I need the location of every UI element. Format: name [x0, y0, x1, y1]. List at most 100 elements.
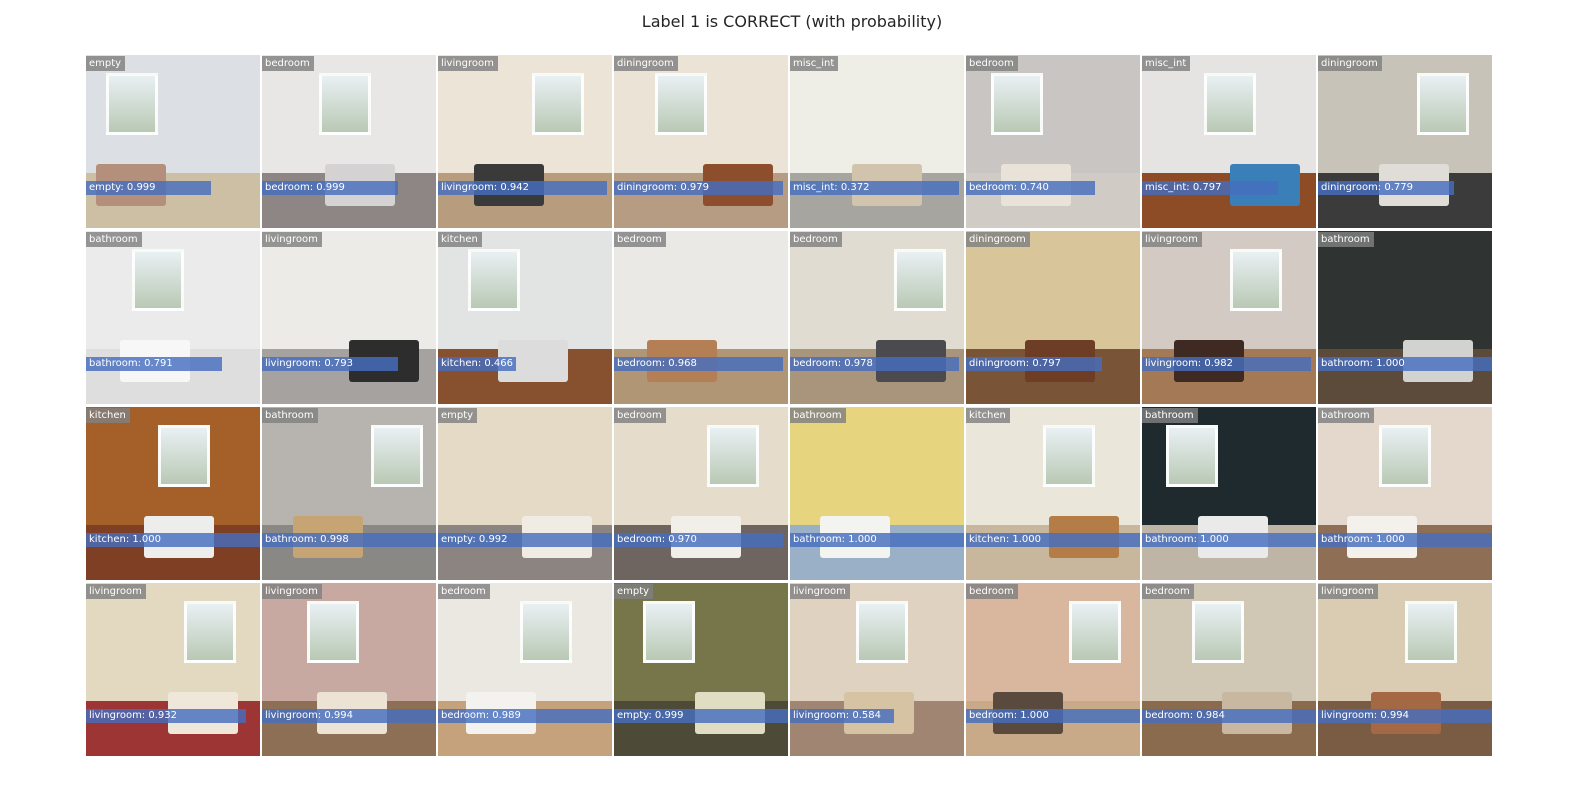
prediction-bar: bathroom: 0.998 — [262, 533, 436, 547]
image-tile[interactable]: livingroom livingroom: 0.942 — [438, 55, 612, 228]
true-label: empty — [86, 56, 126, 71]
room-photo — [966, 583, 1140, 756]
image-tile[interactable]: livingroom livingroom: 0.982 — [1142, 231, 1316, 404]
true-label: kitchen — [438, 232, 482, 247]
image-tile[interactable]: diningroom diningroom: 0.979 — [614, 55, 788, 228]
true-label: empty — [614, 584, 654, 599]
image-tile[interactable]: empty empty: 0.992 — [438, 407, 612, 580]
prediction-bar: kitchen: 1.000 — [86, 533, 260, 547]
true-label: bathroom — [86, 232, 142, 247]
true-label: livingroom — [262, 584, 322, 599]
room-photo — [790, 407, 964, 580]
true-label: livingroom — [790, 584, 850, 599]
prediction-bar: diningroom: 0.797 — [966, 357, 1102, 371]
prediction-bar: livingroom: 0.942 — [438, 181, 607, 195]
room-window — [158, 425, 210, 487]
image-tile[interactable]: bedroom bedroom: 0.999 — [262, 55, 436, 228]
prediction-bar: livingroom: 0.584 — [790, 709, 894, 723]
image-tile[interactable]: bedroom bedroom: 0.989 — [438, 583, 612, 756]
true-label: misc_int — [1142, 56, 1191, 71]
prediction-bar: bedroom: 0.984 — [1142, 709, 1316, 723]
prediction-bar: livingroom: 0.994 — [1318, 709, 1492, 723]
image-tile[interactable]: kitchen kitchen: 0.466 — [438, 231, 612, 404]
room-photo — [790, 55, 964, 228]
image-tile[interactable]: livingroom livingroom: 0.793 — [262, 231, 436, 404]
image-tile[interactable]: bathroom bathroom: 1.000 — [790, 407, 964, 580]
true-label: bathroom — [790, 408, 846, 423]
true-label: kitchen — [86, 408, 130, 423]
room-window — [371, 425, 423, 487]
prediction-bar: livingroom: 0.932 — [86, 709, 246, 723]
room-photo — [86, 407, 260, 580]
true-label: bedroom — [966, 56, 1018, 71]
room-photo — [1318, 55, 1492, 228]
room-window — [1043, 425, 1095, 487]
room-window — [132, 249, 184, 311]
room-photo — [614, 407, 788, 580]
room-photo — [1318, 407, 1492, 580]
prediction-bar: bathroom: 1.000 — [1318, 533, 1492, 547]
true-label: livingroom — [438, 56, 498, 71]
image-tile[interactable]: bedroom bedroom: 0.984 — [1142, 583, 1316, 756]
prediction-bar: kitchen: 1.000 — [966, 533, 1140, 547]
prediction-bar: bedroom: 0.740 — [966, 181, 1095, 195]
room-window — [655, 73, 707, 135]
true-label: livingroom — [86, 584, 146, 599]
prediction-bar: bathroom: 1.000 — [1318, 357, 1492, 371]
true-label: bathroom — [1318, 408, 1374, 423]
room-photo — [86, 583, 260, 756]
image-tile[interactable]: bathroom bathroom: 1.000 — [1318, 231, 1492, 404]
room-window — [643, 601, 695, 663]
image-tile[interactable]: empty empty: 0.999 — [86, 55, 260, 228]
room-photo — [614, 231, 788, 404]
figure-title: Label 1 is CORRECT (with probability) — [641, 12, 943, 31]
image-tile[interactable]: bedroom bedroom: 0.978 — [790, 231, 964, 404]
image-tile[interactable]: bedroom bedroom: 0.970 — [614, 407, 788, 580]
image-grid: empty empty: 0.999 bedroom bedroom: 0.999 li… — [86, 55, 1494, 756]
image-tile[interactable]: diningroom diningroom: 0.797 — [966, 231, 1140, 404]
room-window — [307, 601, 359, 663]
image-tile[interactable]: livingroom livingroom: 0.994 — [262, 583, 436, 756]
true-label: diningroom — [966, 232, 1030, 247]
true-label: livingroom — [1318, 584, 1378, 599]
room-photo — [438, 231, 612, 404]
image-tile[interactable]: empty empty: 0.999 — [614, 583, 788, 756]
image-tile[interactable]: bedroom bedroom: 0.740 — [966, 55, 1140, 228]
image-tile[interactable]: bathroom bathroom: 1.000 — [1142, 407, 1316, 580]
room-photo — [790, 231, 964, 404]
true-label: bedroom — [1142, 584, 1194, 599]
image-tile[interactable]: livingroom livingroom: 0.994 — [1318, 583, 1492, 756]
room-photo — [438, 55, 612, 228]
image-tile[interactable]: misc_int misc_int: 0.797 — [1142, 55, 1316, 228]
image-tile[interactable]: diningroom diningroom: 0.779 — [1318, 55, 1492, 228]
image-tile[interactable]: kitchen kitchen: 1.000 — [966, 407, 1140, 580]
room-photo — [614, 55, 788, 228]
true-label: bedroom — [614, 408, 666, 423]
true-label: bathroom — [1142, 408, 1198, 423]
image-tile[interactable]: livingroom livingroom: 0.932 — [86, 583, 260, 756]
room-window — [520, 601, 572, 663]
true-label: bedroom — [614, 232, 666, 247]
image-tile[interactable]: bedroom bedroom: 1.000 — [966, 583, 1140, 756]
image-tile[interactable]: bathroom bathroom: 1.000 — [1318, 407, 1492, 580]
room-photo — [262, 55, 436, 228]
room-photo — [966, 55, 1140, 228]
prediction-bar: misc_int: 0.797 — [1142, 181, 1278, 195]
room-window — [184, 601, 236, 663]
prediction-bar: diningroom: 0.979 — [614, 181, 783, 195]
room-photo — [1142, 231, 1316, 404]
room-photo — [262, 407, 436, 580]
image-tile[interactable]: bedroom bedroom: 0.968 — [614, 231, 788, 404]
image-tile[interactable]: livingroom livingroom: 0.584 — [790, 583, 964, 756]
image-tile[interactable]: kitchen kitchen: 1.000 — [86, 407, 260, 580]
image-tile[interactable]: bathroom bathroom: 0.791 — [86, 231, 260, 404]
room-photo — [438, 583, 612, 756]
prediction-bar: misc_int: 0.372 — [790, 181, 959, 195]
image-tile[interactable]: bathroom bathroom: 0.998 — [262, 407, 436, 580]
true-label: diningroom — [614, 56, 678, 71]
room-window — [468, 249, 520, 311]
true-label: kitchen — [966, 408, 1010, 423]
room-window — [1204, 73, 1256, 135]
room-photo — [1318, 583, 1492, 756]
image-tile[interactable]: misc_int misc_int: 0.372 — [790, 55, 964, 228]
